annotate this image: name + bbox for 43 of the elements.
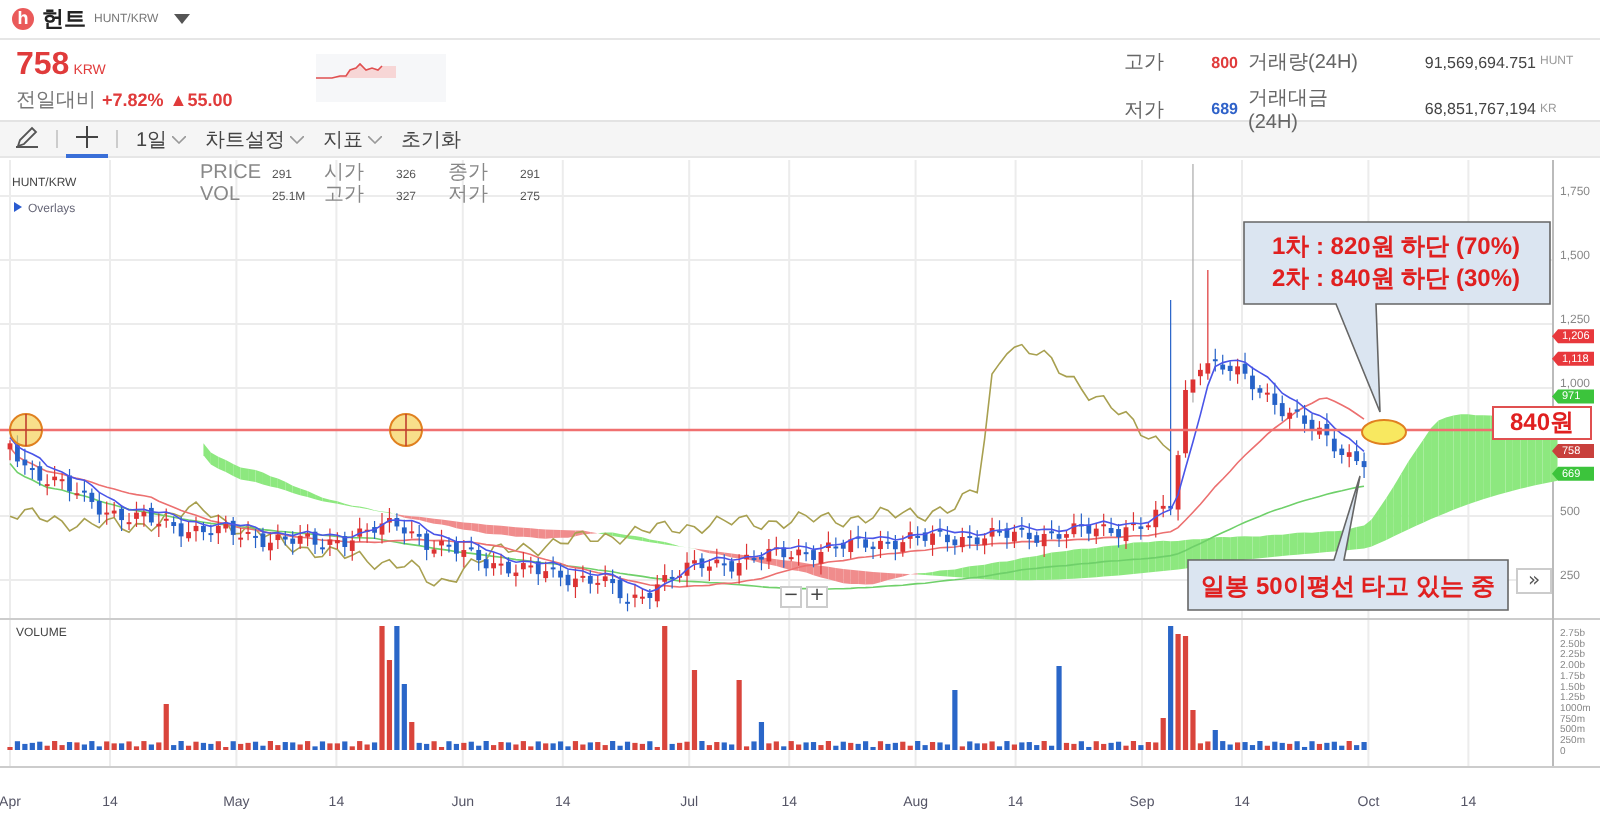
stat-value: 91,569,694.751 — [1422, 53, 1536, 71]
chevron-icon — [367, 135, 382, 143]
crosshair-tool[interactable] — [66, 121, 108, 157]
toolbar-menu[interactable]: 1일 — [126, 125, 196, 153]
stat-label: 거래량(24H) — [1246, 50, 1361, 76]
expand-triangle-icon[interactable] — [14, 202, 22, 212]
stat-label: 저가 — [1122, 97, 1166, 123]
current-price: 758 — [16, 50, 70, 82]
marker-ellipse — [1361, 419, 1407, 445]
price-level-label: 840원 — [1492, 406, 1592, 440]
stat-label: 거래대금(24H) — [1246, 86, 1330, 134]
chevron-icon — [289, 135, 304, 143]
change-amount: ▲55.00 — [169, 90, 233, 110]
chevron-icon — [171, 135, 186, 143]
change-percent: +7.82% — [102, 90, 164, 110]
zoom-button[interactable]: + — [806, 586, 828, 608]
callout-text: 1차 : 820원 하단 (70%) — [1271, 232, 1521, 260]
stat-label: 고가 — [1122, 50, 1166, 76]
coin-name: 헌트 — [42, 6, 86, 34]
pencil-icon — [16, 126, 38, 148]
zoom-button[interactable]: − — [780, 586, 802, 608]
legend-label: 고가 — [324, 184, 364, 206]
legend-label: 종가 — [448, 162, 488, 184]
marker-circle-icon — [389, 413, 423, 447]
toolbar-menu[interactable]: 초기화 — [391, 125, 472, 153]
stat-value: 689 — [1209, 100, 1240, 118]
note-text: 일봉 50이평선 타고 있는 중 — [1201, 572, 1495, 600]
stat-value: 68,851,767,194 — [1422, 100, 1536, 118]
sparkline-drawing — [316, 54, 446, 102]
change-label: 전일대비 — [16, 88, 96, 114]
toolbar-menu[interactable]: 지표 — [313, 125, 392, 153]
callout-text: 2차 : 840원 하단 (30%) — [1271, 264, 1521, 292]
legend-label: 시가 — [324, 162, 364, 184]
legend-label: VOL — [200, 184, 241, 206]
legend-label: PRICE — [200, 162, 262, 184]
logo-badge: h — [12, 8, 34, 30]
toolbar-menu[interactable]: 차트설정 — [195, 125, 314, 153]
stat-value: 800 — [1209, 53, 1240, 71]
legend-label: 저가 — [448, 184, 488, 206]
caret-icon[interactable] — [174, 14, 191, 24]
scroll-button[interactable]: » — [1516, 568, 1552, 594]
marker-circle-icon — [9, 413, 43, 447]
crosshair-icon — [76, 126, 98, 148]
